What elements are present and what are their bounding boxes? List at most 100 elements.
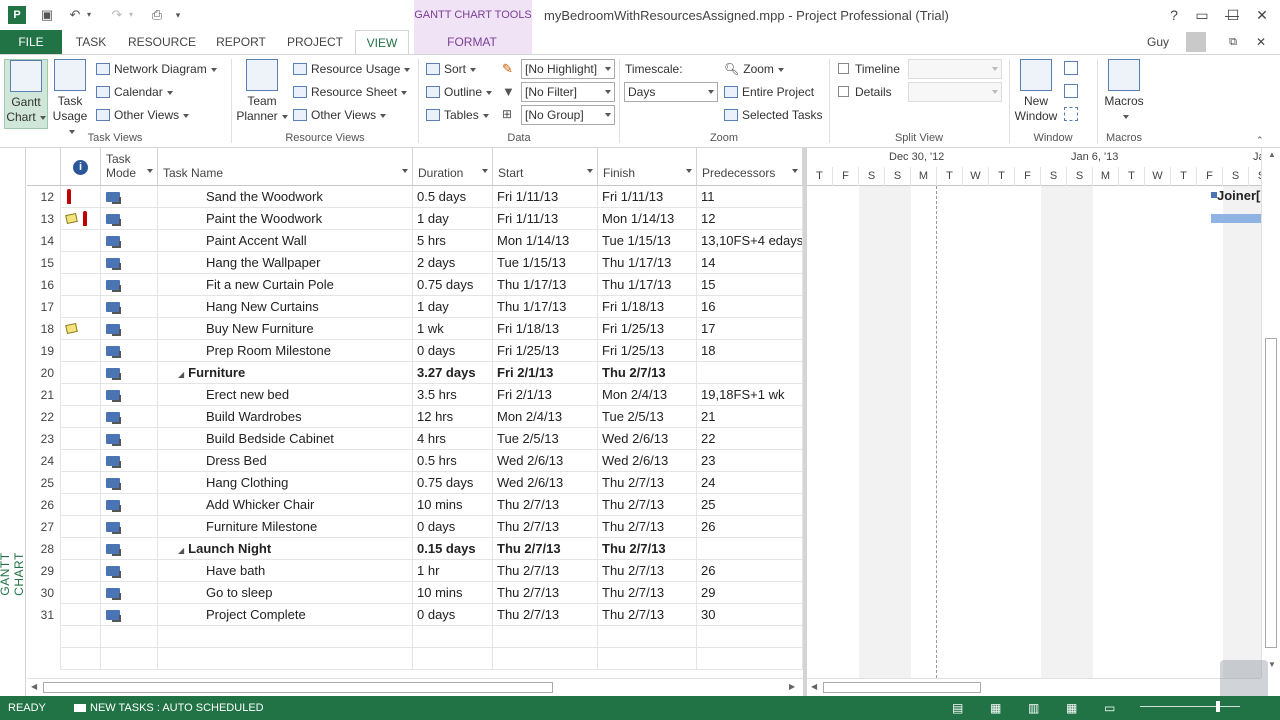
task-mode-cell[interactable] bbox=[101, 252, 158, 274]
table-row[interactable]: 27 Furniture Milestone 0 days Thu 2/7/13 Thu… bbox=[27, 516, 803, 538]
task-mode-cell[interactable] bbox=[101, 230, 158, 252]
start-cell[interactable]: Wed 2/6/13 bbox=[493, 450, 598, 472]
start-cell[interactable]: Tue 2/5/13 bbox=[493, 428, 598, 450]
duration-cell[interactable]: 5 hrs bbox=[413, 230, 493, 252]
start-cell[interactable]: Thu 2/7/13 bbox=[493, 582, 598, 604]
finish-cell[interactable]: Thu 2/7/13 bbox=[598, 494, 697, 516]
table-row[interactable]: 17 Hang New Curtains 1 day Thu 1/17/13 Fri 1… bbox=[27, 296, 803, 318]
task-name-cell[interactable]: Go to sleep bbox=[158, 582, 413, 604]
task-mode-cell[interactable] bbox=[101, 428, 158, 450]
table-row[interactable]: 28 ◢ Launch Night 0.15 days Thu 2/7/13 Thu 2/… bbox=[27, 538, 803, 560]
task-name-cell[interactable]: ◢ Launch Night bbox=[158, 538, 413, 560]
timeline-checkbox[interactable]: Timeline bbox=[838, 59, 900, 79]
overallocated-person-icon[interactable] bbox=[67, 189, 71, 204]
task-mode-cell[interactable] bbox=[101, 186, 158, 208]
predecessors-cell[interactable] bbox=[697, 362, 803, 384]
finish-cell[interactable]: Fri 1/25/13 bbox=[598, 340, 697, 362]
team-planner-button[interactable]: Team Planner bbox=[236, 59, 288, 129]
note-icon[interactable] bbox=[65, 212, 78, 225]
duration-cell[interactable] bbox=[413, 648, 493, 670]
duration-cell[interactable]: 0 days bbox=[413, 604, 493, 626]
redo-icon[interactable]: ↷ bbox=[108, 6, 126, 24]
task-mode-cell[interactable] bbox=[101, 604, 158, 626]
task-name-cell[interactable]: Furniture Milestone bbox=[158, 516, 413, 538]
calendar-button[interactable]: Calendar bbox=[96, 82, 173, 102]
predecessors-cell[interactable]: 21 bbox=[697, 406, 803, 428]
finish-cell[interactable]: Thu 2/7/13 bbox=[598, 362, 697, 384]
finish-cell[interactable]: Thu 1/17/13 bbox=[598, 252, 697, 274]
start-cell[interactable] bbox=[493, 626, 598, 648]
selected-tasks-button[interactable]: Selected Tasks bbox=[724, 105, 823, 125]
start-cell[interactable]: Thu 2/7/13 bbox=[493, 516, 598, 538]
task-name-cell[interactable]: Sand the Woodwork bbox=[158, 186, 413, 208]
task-name-cell[interactable]: Fit a new Curtain Pole bbox=[158, 274, 413, 296]
timeline-view-select[interactable] bbox=[908, 59, 1002, 79]
details-check-box[interactable] bbox=[838, 86, 849, 97]
help-button[interactable]: ? bbox=[1164, 6, 1184, 24]
start-cell[interactable]: Thu 2/7/13 bbox=[493, 538, 598, 560]
tab-view[interactable]: VIEW bbox=[355, 30, 409, 54]
tab-task[interactable]: TASK bbox=[66, 30, 116, 54]
predecessors-cell[interactable]: 30 bbox=[697, 604, 803, 626]
predecessors-cell[interactable]: 26 bbox=[697, 560, 803, 582]
predecessors-cell[interactable]: 14 bbox=[697, 252, 803, 274]
hide-window-icon[interactable] bbox=[1064, 107, 1078, 121]
note-icon[interactable] bbox=[65, 322, 78, 335]
start-cell[interactable]: Thu 2/7/13 bbox=[493, 604, 598, 626]
task-mode-cell[interactable] bbox=[101, 582, 158, 604]
table-row[interactable]: 30 Go to sleep 10 mins Thu 2/7/13 Thu 2/7/13… bbox=[27, 582, 803, 604]
start-cell[interactable] bbox=[493, 648, 598, 670]
vertical-scrollbar[interactable]: ▲ ▼ bbox=[1261, 148, 1280, 678]
table-row[interactable]: 13 Paint the Woodwork 1 day Fri 1/11/13 Mon … bbox=[27, 208, 803, 230]
finish-cell[interactable]: Thu 1/17/13 bbox=[598, 274, 697, 296]
resource-sheet-shortcut-icon[interactable]: ▦ bbox=[1066, 698, 1077, 718]
select-all-corner[interactable] bbox=[27, 148, 61, 186]
scroll-thumb[interactable] bbox=[1265, 338, 1277, 648]
timeline-check-box[interactable] bbox=[838, 63, 849, 74]
collapse-triangle-icon[interactable]: ◢ bbox=[178, 364, 184, 384]
finish-cell[interactable]: Thu 2/7/13 bbox=[598, 472, 697, 494]
other-resource-views-button[interactable]: Other Views bbox=[293, 105, 387, 125]
finish-cell[interactable]: Wed 2/6/13 bbox=[598, 428, 697, 450]
predecessors-cell[interactable]: 22 bbox=[697, 428, 803, 450]
collapse-triangle-icon[interactable]: ◢ bbox=[178, 540, 184, 560]
task-mode-cell[interactable] bbox=[101, 494, 158, 516]
task-mode-cell[interactable] bbox=[101, 296, 158, 318]
tab-file[interactable]: FILE bbox=[0, 30, 62, 54]
gantt-horizontal-scrollbar[interactable]: ◀ bbox=[807, 678, 1261, 696]
other-task-views-button[interactable]: Other Views bbox=[96, 105, 190, 125]
predecessors-cell[interactable]: 11 bbox=[697, 186, 803, 208]
scroll-up-icon[interactable]: ▲ bbox=[1268, 150, 1276, 159]
task-name-cell[interactable]: ◢ Furniture bbox=[158, 362, 413, 384]
redo-dropdown-icon[interactable]: ▾ bbox=[126, 6, 136, 24]
new-tasks-mode[interactable]: NEW TASKS : AUTO SCHEDULED bbox=[74, 698, 264, 718]
task-name-cell[interactable]: Erect new bed bbox=[158, 384, 413, 406]
predecessors-cell[interactable]: 23 bbox=[697, 450, 803, 472]
table-row[interactable]: 25 Hang Clothing 0.75 days Wed 2/6/13 Thu 2/… bbox=[27, 472, 803, 494]
start-cell[interactable]: Mon 2/4/13 bbox=[493, 406, 598, 428]
duration-cell[interactable]: 0.15 days bbox=[413, 538, 493, 560]
avatar[interactable] bbox=[1186, 32, 1206, 52]
undo-dropdown-icon[interactable]: ▾ bbox=[84, 6, 94, 24]
task-name-cell[interactable]: Prep Room Milestone bbox=[158, 340, 413, 362]
overallocated-person-icon[interactable] bbox=[83, 211, 87, 226]
save-icon[interactable]: ▣ bbox=[38, 6, 56, 24]
timescale-select[interactable]: Days bbox=[624, 82, 718, 102]
table-row[interactable]: 12 Sand the Woodwork 0.5 days Fri 1/11/13 Fr… bbox=[27, 186, 803, 208]
team-planner-shortcut-icon[interactable]: ▥ bbox=[1028, 698, 1039, 718]
finish-cell[interactable]: Tue 2/5/13 bbox=[598, 406, 697, 428]
table-row[interactable]: 16 Fit a new Curtain Pole 0.75 days Thu 1/1… bbox=[27, 274, 803, 296]
scroll-left-icon[interactable]: ◀ bbox=[811, 682, 817, 691]
scroll-down-icon[interactable]: ▼ bbox=[1268, 660, 1276, 669]
finish-cell[interactable]: Mon 2/4/13 bbox=[598, 384, 697, 406]
task-name-header[interactable]: Task Name bbox=[158, 148, 413, 186]
tab-format[interactable]: FORMAT bbox=[432, 30, 512, 54]
duration-cell[interactable]: 10 mins bbox=[413, 494, 493, 516]
predecessors-cell[interactable]: 29 bbox=[697, 582, 803, 604]
zoom-button[interactable]: 🔍︎ Zoom bbox=[724, 59, 784, 79]
collapse-ribbon-icon[interactable]: ⌃ bbox=[1256, 135, 1264, 146]
predecessors-cell[interactable]: 17 bbox=[697, 318, 803, 340]
finish-cell[interactable]: Thu 2/7/13 bbox=[598, 560, 697, 582]
table-row[interactable]: 14 Paint Accent Wall 5 hrs Mon 1/14/13 Tue 1… bbox=[27, 230, 803, 252]
duration-cell[interactable]: 0.5 days bbox=[413, 186, 493, 208]
